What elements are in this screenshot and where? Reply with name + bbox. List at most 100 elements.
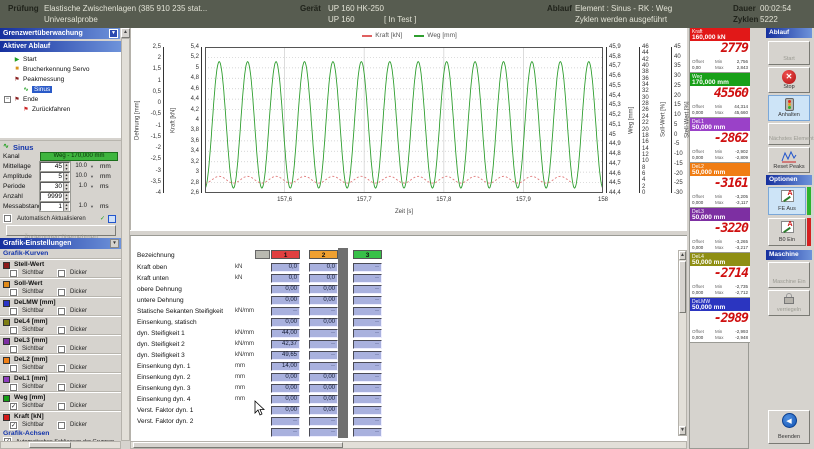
table-cell[interactable]: 0,00 (309, 406, 338, 415)
table-cell[interactable]: 0,00 (309, 395, 338, 404)
spinner-icon[interactable]: ▲▼ (63, 183, 69, 191)
table-cell[interactable]: -- (309, 329, 338, 338)
table-cell[interactable]: 14,00 (271, 362, 300, 371)
curve-thick-checkbox[interactable] (58, 327, 65, 334)
button-verriegeln[interactable]: verriegeln (768, 290, 810, 316)
field-amplitude[interactable]: 5▲▼ (40, 172, 70, 181)
step-dropdown-icon[interactable]: ▼ (90, 174, 94, 179)
table-header-1[interactable]: 1 (271, 250, 300, 259)
table-cell[interactable]: -- (309, 417, 338, 426)
tree-item-brucherkennung-servo[interactable]: ■Brucherkennung Servo (0, 64, 121, 74)
table-cell[interactable]: 0,00 (271, 318, 300, 327)
main-hscroll-thumb[interactable] (133, 442, 343, 448)
button-start[interactable]: Start (768, 41, 810, 65)
tree-item-zur-ckfahren[interactable]: ⚑Zurückfahren (0, 104, 121, 114)
button-b0-ein[interactable]: AB0 Ein (768, 218, 806, 246)
table-cell[interactable]: -- (353, 274, 382, 283)
curve-visible-checkbox[interactable]: ✓ (10, 403, 17, 410)
table-cell[interactable]: -- (353, 329, 382, 338)
expander-icon[interactable]: − (4, 96, 11, 103)
step-dropdown-icon[interactable]: ▼ (90, 184, 94, 189)
button-fe-aus[interactable]: AFE Aus (768, 187, 806, 215)
channel-field[interactable]: Weg - 170,000 mm (40, 152, 118, 161)
table-cell[interactable]: -- (271, 417, 300, 426)
field-mittellage[interactable]: 45▲▼ (40, 162, 70, 171)
save-icon[interactable] (108, 215, 116, 223)
table-scroll-down-icon[interactable]: ▼ (679, 426, 686, 435)
apply-changes-button[interactable]: Änderungen übernehmen (6, 225, 116, 236)
curve-visible-checkbox[interactable]: ✓ (10, 422, 17, 429)
curve-visible-checkbox[interactable] (10, 365, 17, 372)
left-hscroll-thumb[interactable] (29, 442, 71, 448)
curve-thick-checkbox[interactable] (58, 346, 65, 353)
tree-item-start[interactable]: ▶Start (0, 54, 121, 64)
step-dropdown-icon[interactable]: ▼ (90, 204, 94, 209)
table-scroll-up-icon[interactable]: ▲ (679, 251, 686, 260)
curve-visible-checkbox[interactable] (10, 270, 17, 277)
table-cell[interactable]: -- (309, 307, 338, 316)
table-cell[interactable]: 0,00 (309, 318, 338, 327)
curve-thick-checkbox[interactable] (58, 365, 65, 372)
table-cell[interactable]: 0,00 (271, 373, 300, 382)
auto-update-checkbox[interactable] (4, 215, 11, 222)
tree-item-sinus[interactable]: ∿Sinus (0, 84, 121, 94)
curve-thick-checkbox[interactable] (58, 270, 65, 277)
table-cell[interactable]: 0,00 (271, 384, 300, 393)
left-scroll-up-icon[interactable]: ▲ (121, 28, 130, 38)
curve-visible-checkbox[interactable] (10, 346, 17, 353)
curve-thick-checkbox[interactable] (58, 422, 65, 429)
table-cell[interactable]: 0,00 (271, 406, 300, 415)
table-cell[interactable]: 0,00 (309, 384, 338, 393)
curve-thick-checkbox[interactable] (58, 384, 65, 391)
table-vscroll-thumb[interactable] (679, 261, 686, 313)
table-cell[interactable]: -- (309, 362, 338, 371)
table-header-2[interactable]: 2 (309, 250, 338, 259)
left-panel-hscrollbar[interactable] (0, 441, 121, 449)
table-cell[interactable]: 49,65 (271, 351, 300, 360)
left-panel-scrollbar[interactable] (121, 38, 130, 441)
table-cell[interactable]: 0,00 (271, 285, 300, 294)
curve-visible-checkbox[interactable] (10, 308, 17, 315)
table-cell[interactable]: 44,00 (271, 329, 300, 338)
beenden-button[interactable]: ◀Beenden (768, 410, 810, 444)
table-cell[interactable]: 0,00 (271, 296, 300, 305)
table-cell[interactable]: -- (353, 318, 382, 327)
curve-visible-checkbox[interactable] (10, 384, 17, 391)
field-periode[interactable]: 30▲▼ (40, 182, 70, 191)
table-cell[interactable]: -- (353, 406, 382, 415)
button-n-chstes-element[interactable]: Nächstes Element (768, 123, 810, 145)
table-cell[interactable]: 0,00 (271, 395, 300, 404)
table-cell[interactable]: 0,00 (309, 296, 338, 305)
table-cell[interactable]: 0,00 (309, 285, 338, 294)
curve-visible-checkbox[interactable] (10, 289, 17, 296)
table-cell[interactable]: 42,37 (271, 340, 300, 349)
button-reset-peaks[interactable]: Reset Peaks (768, 147, 810, 173)
spinner-icon[interactable]: ▲▼ (63, 203, 69, 211)
curve-thick-checkbox[interactable] (58, 403, 65, 410)
table-cell[interactable]: -- (353, 351, 382, 360)
table-cell[interactable]: -- (309, 428, 338, 437)
tree-item-peakmessung[interactable]: ⚑Peakmessung (0, 74, 121, 84)
table-cell[interactable]: -- (309, 340, 338, 349)
table-cell[interactable]: -- (271, 428, 300, 437)
table-cell[interactable]: 0,0 (309, 274, 338, 283)
curve-thick-checkbox[interactable] (58, 289, 65, 296)
spinner-icon[interactable]: ▲▼ (63, 193, 69, 201)
table-cell[interactable]: 0,0 (271, 274, 300, 283)
table-header-3[interactable]: 3 (353, 250, 382, 259)
step-dropdown-icon[interactable]: ▼ (90, 164, 94, 169)
button-anhalten[interactable]: Anhalten (768, 95, 810, 121)
table-cell[interactable]: -- (353, 307, 382, 316)
spinner-icon[interactable]: ▲▼ (63, 163, 69, 171)
button-maschine-ein[interactable]: Maschine Ein (768, 262, 810, 288)
table-cell[interactable]: -- (353, 395, 382, 404)
panel-dropdown-icon[interactable]: ▼ (109, 29, 118, 38)
table-cell[interactable]: -- (309, 351, 338, 360)
table-cell[interactable]: -- (271, 307, 300, 316)
table-cell[interactable]: -- (353, 296, 382, 305)
table-cell[interactable]: 0,0 (309, 263, 338, 272)
table-cell[interactable]: -- (353, 417, 382, 426)
table-cell[interactable]: -- (353, 373, 382, 382)
table-cell[interactable]: -- (353, 263, 382, 272)
curve-thick-checkbox[interactable] (58, 308, 65, 315)
